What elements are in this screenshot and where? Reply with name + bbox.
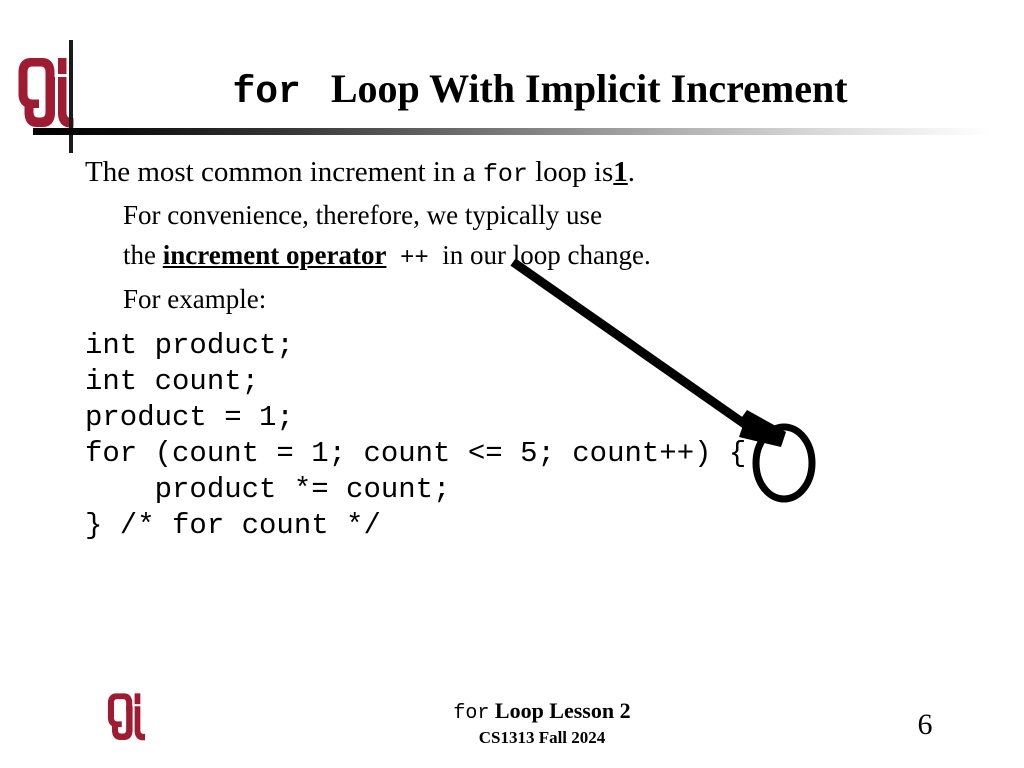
footer-lesson-text: Loop Lesson 2 xyxy=(494,698,631,723)
footer: for Loop Lesson 2 CS1313 Fall 2024 xyxy=(262,698,822,749)
ou-logo-icon xyxy=(17,56,75,130)
bullet-level2-line3: For example: xyxy=(85,279,965,319)
page-title: for Loop With Implicit Increment xyxy=(90,66,990,116)
bullet-level1-line1: The most common increment in a for loop … xyxy=(85,152,965,195)
highlight-oval-annotation xyxy=(752,423,816,503)
page-number: 6 xyxy=(917,708,933,741)
footer-course: CS1313 Fall 2024 xyxy=(478,728,606,747)
bullet3-code-plusplus: ++ xyxy=(399,245,429,272)
header-horizontal-rule xyxy=(33,128,993,135)
bullet-level2-line1: For convenience, therefore, we typically… xyxy=(85,195,965,235)
bullet1-bold-one: 1 xyxy=(613,156,628,188)
ou-logo-icon xyxy=(104,692,149,742)
title-text: Loop With Implicit Increment xyxy=(330,66,848,111)
slide-body: The most common increment in a for loop … xyxy=(85,152,965,319)
header-vertical-rule xyxy=(69,40,73,153)
bullet2-text: For convenience, therefore, we typically… xyxy=(123,200,603,230)
slide-canvas: for Loop With Implicit Increment The mos… xyxy=(0,0,1024,768)
footer-code-keyword: for xyxy=(453,702,490,725)
bullet1-text-b: loop is xyxy=(535,156,614,188)
code-block: int product; int count; product = 1; for… xyxy=(85,329,747,542)
bullet3-bold-increment-operator: increment operator xyxy=(162,240,387,270)
footer-lesson-title: for Loop Lesson 2 xyxy=(262,698,822,727)
bullet1-text-a: The most common increment in a xyxy=(85,156,476,188)
bullet1-code-for: for xyxy=(482,160,528,189)
bullet4-text: For example: xyxy=(123,284,267,314)
bullet3-text-a: the xyxy=(123,240,156,270)
bullet3-text-b: in our loop change. xyxy=(442,240,651,270)
bullet1-text-c: . xyxy=(627,156,636,188)
title-code-keyword: for xyxy=(232,71,301,114)
bullet-level2-line2: the increment operator ++ in our loop ch… xyxy=(85,235,965,279)
